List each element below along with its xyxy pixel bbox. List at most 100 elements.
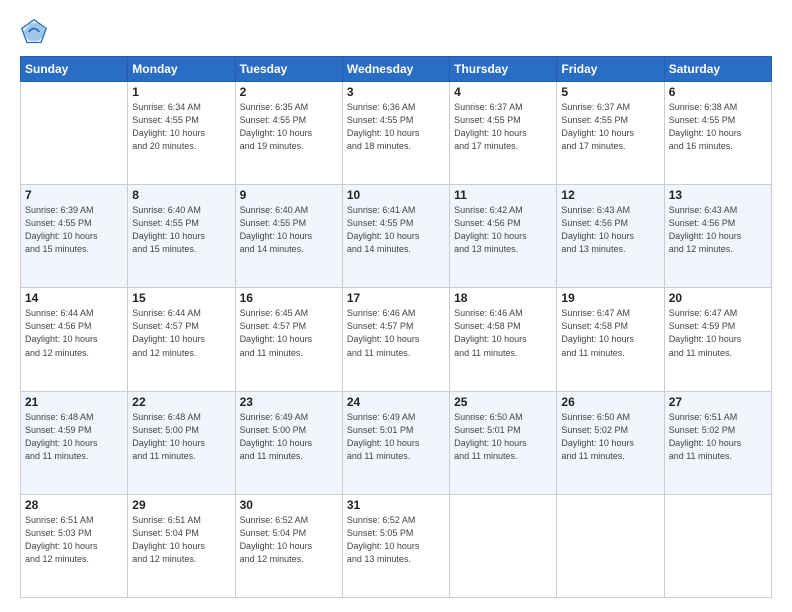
day-number: 7: [25, 188, 123, 202]
day-number: 16: [240, 291, 338, 305]
calendar-cell: 20Sunrise: 6:47 AM Sunset: 4:59 PM Dayli…: [664, 288, 771, 391]
day-info: Sunrise: 6:34 AM Sunset: 4:55 PM Dayligh…: [132, 101, 230, 153]
logo: [20, 18, 52, 46]
day-number: 2: [240, 85, 338, 99]
calendar-cell: 18 Sunrise: 6:46 AM Sunset: 4:58 PM Dayli…: [450, 288, 557, 391]
day-number: 12: [561, 188, 659, 202]
calendar-cell: 1 Sunrise: 6:34 AM Sunset: 4:55 PM Daylig…: [128, 82, 235, 185]
calendar-cell: 19Sunrise: 6:47 AM Sunset: 4:58 PM Dayli…: [557, 288, 664, 391]
calendar-cell: 27Sunrise: 6:51 AM Sunset: 5:02 PM Dayli…: [664, 391, 771, 494]
day-number: 18: [454, 291, 552, 305]
logo-icon: [20, 18, 48, 46]
day-number: 25: [454, 395, 552, 409]
calendar-header-row: SundayMondayTuesdayWednesdayThursdayFrid…: [21, 57, 772, 82]
day-number: 8: [132, 188, 230, 202]
day-number: 9: [240, 188, 338, 202]
calendar-cell: 29 Sunrise: 6:51 AM Sunset: 5:04 PM Dayli…: [128, 494, 235, 597]
day-number: 19: [561, 291, 659, 305]
day-info: Sunrise: 6:43 AM Sunset: 4:56 PM Dayligh…: [561, 204, 659, 256]
calendar-header-tuesday: Tuesday: [235, 57, 342, 82]
calendar-cell: 8Sunrise: 6:40 AM Sunset: 4:55 PM Daylig…: [128, 185, 235, 288]
day-info: Sunrise: 6:44 AM Sunset: 4:57 PM Dayligh…: [132, 307, 230, 359]
day-info: Sunrise: 6:48 AM Sunset: 4:59 PM Dayligh…: [25, 411, 123, 463]
calendar-week-row: 14 Sunrise: 6:44 AM Sunset: 4:56 PM Dayli…: [21, 288, 772, 391]
calendar-cell: 12 Sunrise: 6:43 AM Sunset: 4:56 PM Dayli…: [557, 185, 664, 288]
day-info: Sunrise: 6:39 AM Sunset: 4:55 PM Dayligh…: [25, 204, 123, 256]
day-info: Sunrise: 6:50 AM Sunset: 5:02 PM Dayligh…: [561, 411, 659, 463]
day-info: Sunrise: 6:41 AM Sunset: 4:55 PM Dayligh…: [347, 204, 445, 256]
calendar-cell: 2 Sunrise: 6:35 AM Sunset: 4:55 PM Daylig…: [235, 82, 342, 185]
day-info: Sunrise: 6:35 AM Sunset: 4:55 PM Dayligh…: [240, 101, 338, 153]
day-info: Sunrise: 6:44 AM Sunset: 4:56 PM Dayligh…: [25, 307, 123, 359]
calendar-cell: 10 Sunrise: 6:41 AM Sunset: 4:55 PM Dayli…: [342, 185, 449, 288]
day-info: Sunrise: 6:46 AM Sunset: 4:57 PM Dayligh…: [347, 307, 445, 359]
calendar-cell: 28 Sunrise: 6:51 AM Sunset: 5:03 PM Dayli…: [21, 494, 128, 597]
day-info: Sunrise: 6:43 AM Sunset: 4:56 PM Dayligh…: [669, 204, 767, 256]
day-number: 28: [25, 498, 123, 512]
calendar-cell: 17 Sunrise: 6:46 AM Sunset: 4:57 PM Dayli…: [342, 288, 449, 391]
calendar-cell: 21 Sunrise: 6:48 AM Sunset: 4:59 PM Dayli…: [21, 391, 128, 494]
day-number: 24: [347, 395, 445, 409]
day-info: Sunrise: 6:52 AM Sunset: 5:04 PM Dayligh…: [240, 514, 338, 566]
calendar-header-thursday: Thursday: [450, 57, 557, 82]
calendar-week-row: 7 Sunrise: 6:39 AM Sunset: 4:55 PM Daylig…: [21, 185, 772, 288]
day-number: 15: [132, 291, 230, 305]
header: [20, 18, 772, 46]
day-number: 3: [347, 85, 445, 99]
day-number: 5: [561, 85, 659, 99]
day-number: 17: [347, 291, 445, 305]
day-number: 10: [347, 188, 445, 202]
calendar-cell: 14 Sunrise: 6:44 AM Sunset: 4:56 PM Dayli…: [21, 288, 128, 391]
calendar-cell: [557, 494, 664, 597]
day-info: Sunrise: 6:49 AM Sunset: 5:00 PM Dayligh…: [240, 411, 338, 463]
day-number: 26: [561, 395, 659, 409]
page: SundayMondayTuesdayWednesdayThursdayFrid…: [0, 0, 792, 612]
calendar-cell: 15 Sunrise: 6:44 AM Sunset: 4:57 PM Dayli…: [128, 288, 235, 391]
day-info: Sunrise: 6:45 AM Sunset: 4:57 PM Dayligh…: [240, 307, 338, 359]
day-info: Sunrise: 6:37 AM Sunset: 4:55 PM Dayligh…: [561, 101, 659, 153]
calendar-cell: 7 Sunrise: 6:39 AM Sunset: 4:55 PM Daylig…: [21, 185, 128, 288]
calendar-header-monday: Monday: [128, 57, 235, 82]
calendar-cell: 24 Sunrise: 6:49 AM Sunset: 5:01 PM Dayli…: [342, 391, 449, 494]
day-info: Sunrise: 6:36 AM Sunset: 4:55 PM Dayligh…: [347, 101, 445, 153]
calendar-cell: 23 Sunrise: 6:49 AM Sunset: 5:00 PM Dayli…: [235, 391, 342, 494]
calendar-table: SundayMondayTuesdayWednesdayThursdayFrid…: [20, 56, 772, 598]
day-info: Sunrise: 6:51 AM Sunset: 5:03 PM Dayligh…: [25, 514, 123, 566]
day-number: 14: [25, 291, 123, 305]
day-number: 1: [132, 85, 230, 99]
day-number: 22: [132, 395, 230, 409]
calendar-cell: [21, 82, 128, 185]
day-info: Sunrise: 6:46 AM Sunset: 4:58 PM Dayligh…: [454, 307, 552, 359]
calendar-cell: [450, 494, 557, 597]
calendar-cell: 30 Sunrise: 6:52 AM Sunset: 5:04 PM Dayli…: [235, 494, 342, 597]
calendar-cell: [664, 494, 771, 597]
day-info: Sunrise: 6:51 AM Sunset: 5:02 PM Dayligh…: [669, 411, 767, 463]
day-number: 6: [669, 85, 767, 99]
day-number: 30: [240, 498, 338, 512]
calendar-header-saturday: Saturday: [664, 57, 771, 82]
calendar-cell: 3 Sunrise: 6:36 AM Sunset: 4:55 PM Daylig…: [342, 82, 449, 185]
day-info: Sunrise: 6:42 AM Sunset: 4:56 PM Dayligh…: [454, 204, 552, 256]
day-info: Sunrise: 6:51 AM Sunset: 5:04 PM Dayligh…: [132, 514, 230, 566]
calendar-header-friday: Friday: [557, 57, 664, 82]
day-info: Sunrise: 6:52 AM Sunset: 5:05 PM Dayligh…: [347, 514, 445, 566]
day-number: 23: [240, 395, 338, 409]
calendar-week-row: 1 Sunrise: 6:34 AM Sunset: 4:55 PM Daylig…: [21, 82, 772, 185]
calendar-week-row: 21 Sunrise: 6:48 AM Sunset: 4:59 PM Dayli…: [21, 391, 772, 494]
day-info: Sunrise: 6:49 AM Sunset: 5:01 PM Dayligh…: [347, 411, 445, 463]
day-number: 31: [347, 498, 445, 512]
calendar-cell: 11Sunrise: 6:42 AM Sunset: 4:56 PM Dayli…: [450, 185, 557, 288]
calendar-cell: 25 Sunrise: 6:50 AM Sunset: 5:01 PM Dayli…: [450, 391, 557, 494]
calendar-cell: 16 Sunrise: 6:45 AM Sunset: 4:57 PM Dayli…: [235, 288, 342, 391]
calendar-cell: 22 Sunrise: 6:48 AM Sunset: 5:00 PM Dayli…: [128, 391, 235, 494]
calendar-cell: 5 Sunrise: 6:37 AM Sunset: 4:55 PM Daylig…: [557, 82, 664, 185]
calendar-cell: 26 Sunrise: 6:50 AM Sunset: 5:02 PM Dayli…: [557, 391, 664, 494]
calendar-header-sunday: Sunday: [21, 57, 128, 82]
day-number: 29: [132, 498, 230, 512]
calendar-header-wednesday: Wednesday: [342, 57, 449, 82]
day-number: 13: [669, 188, 767, 202]
day-number: 21: [25, 395, 123, 409]
day-info: Sunrise: 6:50 AM Sunset: 5:01 PM Dayligh…: [454, 411, 552, 463]
day-info: Sunrise: 6:48 AM Sunset: 5:00 PM Dayligh…: [132, 411, 230, 463]
day-number: 4: [454, 85, 552, 99]
